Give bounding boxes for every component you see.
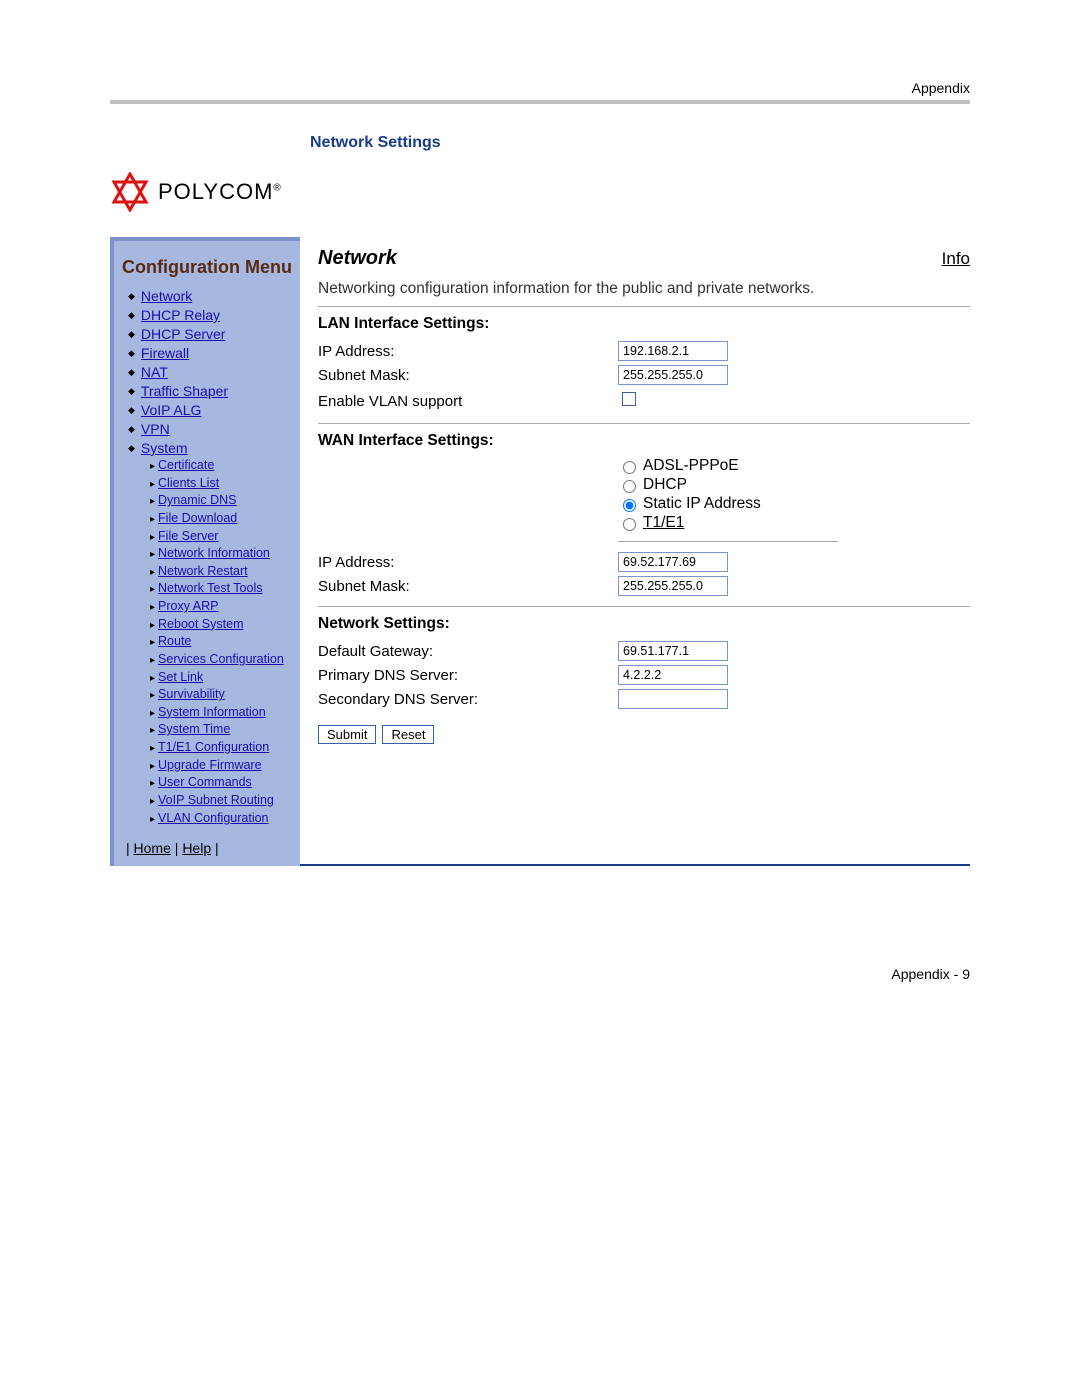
sidebar-item-system[interactable]: System — [141, 440, 188, 456]
dns1-input[interactable] — [618, 665, 728, 685]
divider — [618, 541, 838, 542]
wan-heading: WAN Interface Settings: — [318, 432, 970, 450]
home-link[interactable]: Home — [134, 840, 171, 856]
lan-ip-label: IP Address: — [318, 339, 618, 363]
subitem-certificate[interactable]: Certificate — [158, 458, 214, 472]
header-rule — [110, 100, 970, 104]
subitem-clients-list[interactable]: Clients List — [158, 476, 219, 490]
subitem-vlan-configuration[interactable]: VLAN Configuration — [158, 811, 268, 825]
lan-mask-label: Subnet Mask: — [318, 363, 618, 387]
page-title: Network — [318, 247, 397, 270]
page-header-appendix: Appendix — [110, 80, 970, 96]
subitem-file-server[interactable]: File Server — [158, 529, 218, 543]
subitem-survivability[interactable]: Survivability — [158, 687, 225, 701]
wan-radio-static[interactable] — [623, 499, 636, 512]
wan-ip-label: IP Address: — [318, 550, 618, 574]
wan-radio-t1e1[interactable] — [623, 518, 636, 531]
section-title: Network Settings — [310, 134, 970, 152]
sidebar-footer: | Home | Help | — [120, 840, 294, 856]
lan-ip-input[interactable] — [618, 341, 728, 361]
subitem-upgrade-firmware[interactable]: Upgrade Firmware — [158, 758, 262, 772]
info-link[interactable]: Info — [942, 249, 970, 269]
help-link[interactable]: Help — [182, 840, 211, 856]
subitem-system-information[interactable]: System Information — [158, 705, 266, 719]
reset-button[interactable]: Reset — [382, 725, 434, 744]
sidebar-item-voip-alg[interactable]: VoIP ALG — [141, 402, 201, 418]
gw-input[interactable] — [618, 641, 728, 661]
lan-vlan-label: Enable VLAN support — [318, 387, 618, 415]
subitem-dynamic-dns[interactable]: Dynamic DNS — [158, 493, 237, 507]
content-panel: Network Info Networking configuration in… — [300, 237, 970, 866]
wan-mask-input[interactable] — [618, 576, 728, 596]
subitem-route[interactable]: Route — [158, 634, 191, 648]
subitem-network-restart[interactable]: Network Restart — [158, 564, 248, 578]
sidebar-item-network[interactable]: Network — [141, 288, 192, 304]
sidebar-item-nat[interactable]: NAT — [141, 364, 168, 380]
dns1-label: Primary DNS Server: — [318, 663, 618, 687]
gw-label: Default Gateway: — [318, 639, 618, 663]
divider — [318, 606, 970, 607]
page-footer: Appendix - 9 — [110, 966, 970, 982]
subitem-network-test-tools[interactable]: Network Test Tools — [158, 581, 262, 595]
subitem-reboot-system[interactable]: Reboot System — [158, 617, 243, 631]
subitem-file-download[interactable]: File Download — [158, 511, 237, 525]
subitem-t1e1-configuration[interactable]: T1/E1 Configuration — [158, 740, 269, 754]
divider — [318, 306, 970, 307]
wan-opt-t1e1[interactable]: T1/E1 — [643, 514, 684, 532]
lan-heading: LAN Interface Settings: — [318, 315, 970, 333]
sidebar-item-traffic-shaper[interactable]: Traffic Shaper — [141, 383, 228, 399]
divider — [318, 423, 970, 424]
subitem-network-information[interactable]: Network Information — [158, 546, 270, 560]
wan-opt-dhcp: DHCP — [643, 476, 687, 494]
wan-opt-adsl: ADSL-PPPoE — [643, 457, 739, 475]
brand-text: POLYCOM® — [158, 179, 282, 205]
sidebar-item-dhcp-relay[interactable]: DHCP Relay — [141, 307, 220, 323]
polycom-icon — [110, 172, 150, 212]
wan-mask-label: Subnet Mask: — [318, 574, 618, 598]
wan-opt-static: Static IP Address — [643, 495, 761, 513]
wan-ip-input[interactable] — [618, 552, 728, 572]
subitem-services-configuration[interactable]: Services Configuration — [158, 652, 284, 666]
lan-mask-input[interactable] — [618, 365, 728, 385]
brand-logo: POLYCOM® — [110, 172, 970, 212]
subitem-voip-subnet-routing[interactable]: VoIP Subnet Routing — [158, 793, 274, 807]
dns2-input[interactable] — [618, 689, 728, 709]
subitem-system-time[interactable]: System Time — [158, 722, 230, 736]
page-description: Networking configuration information for… — [318, 280, 970, 298]
subitem-user-commands[interactable]: User Commands — [158, 775, 252, 789]
lan-vlan-checkbox[interactable] — [622, 392, 636, 406]
submit-button[interactable]: Submit — [318, 725, 376, 744]
sidebar-item-dhcp-server[interactable]: DHCP Server — [141, 326, 226, 342]
sidebar-title: Configuration Menu — [120, 257, 294, 278]
wan-radio-dhcp[interactable] — [623, 480, 636, 493]
sidebar-item-firewall[interactable]: Firewall — [141, 345, 189, 361]
subitem-set-link[interactable]: Set Link — [158, 670, 203, 684]
sidebar-item-vpn[interactable]: VPN — [141, 421, 170, 437]
subitem-proxy-arp[interactable]: Proxy ARP — [158, 599, 218, 613]
wan-radio-adsl[interactable] — [623, 461, 636, 474]
network-settings-heading: Network Settings: — [318, 615, 970, 633]
dns2-label: Secondary DNS Server: — [318, 687, 618, 711]
configuration-menu: Configuration Menu Network DHCP Relay DH… — [110, 237, 300, 866]
